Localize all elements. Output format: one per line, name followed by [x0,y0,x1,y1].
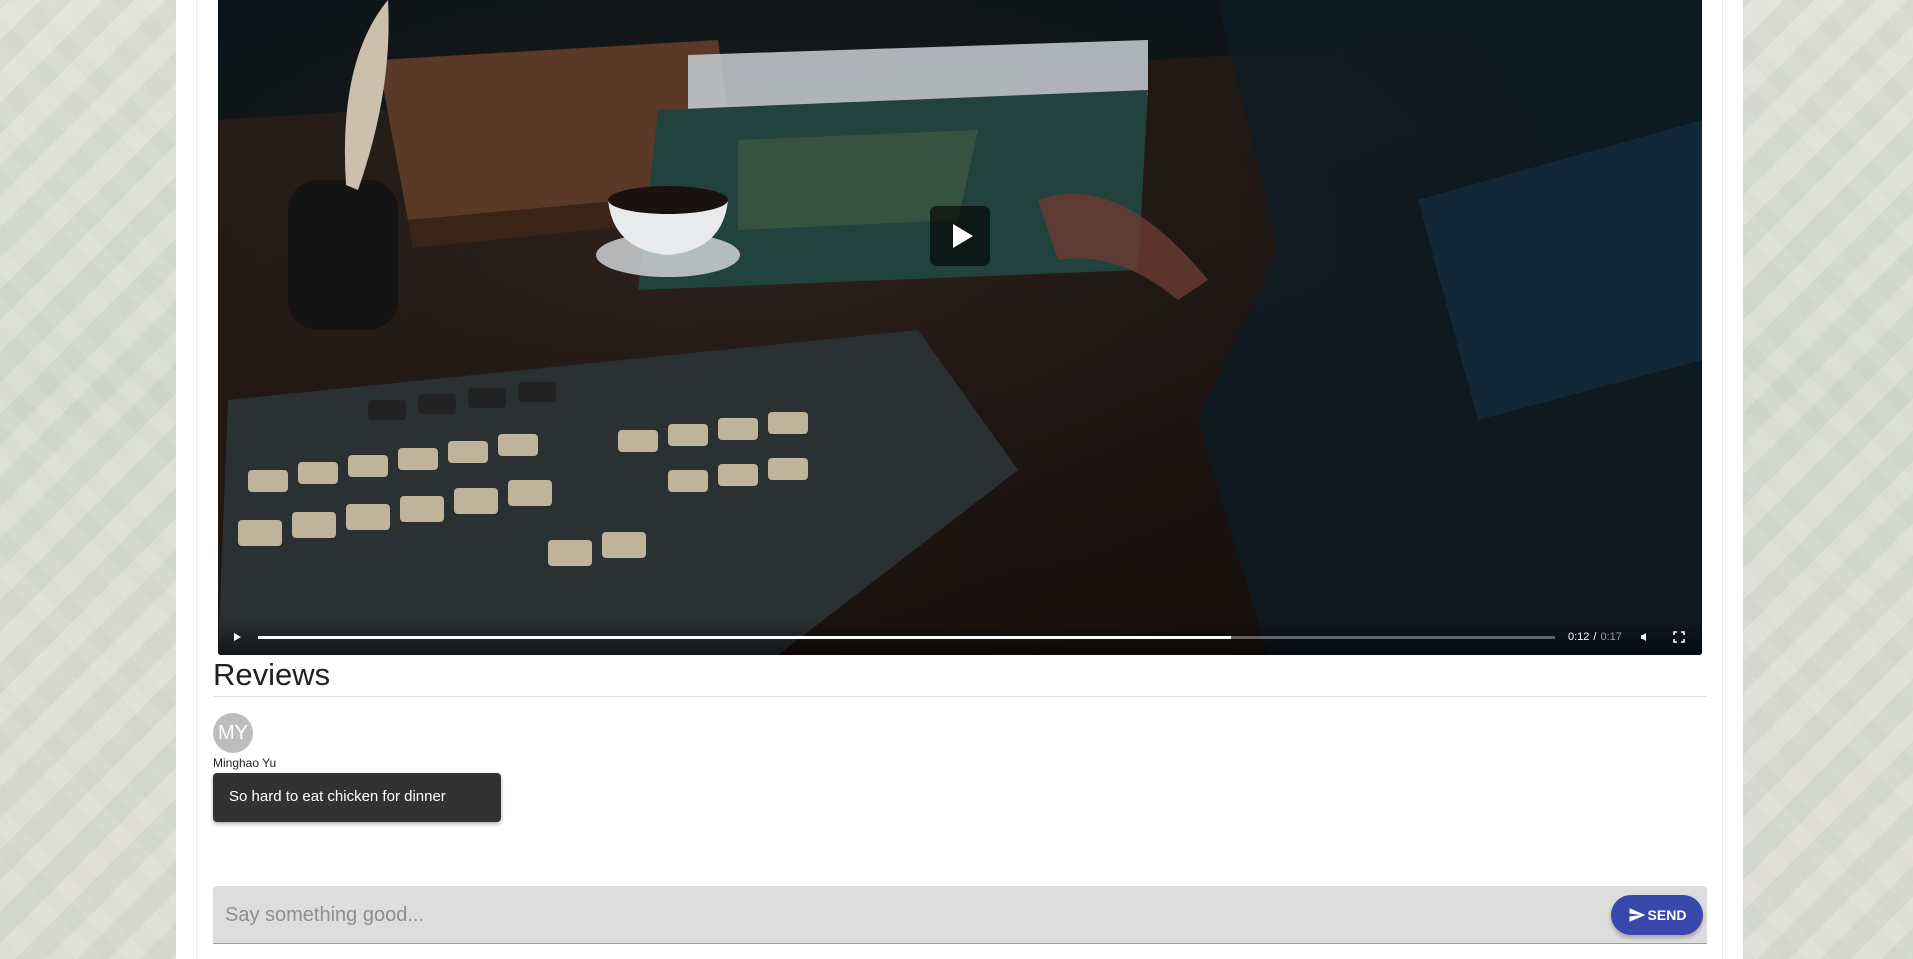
current-time: 0:12 [1568,631,1590,643]
reviews-divider [213,696,1707,697]
duration: 0:17 [1600,631,1622,643]
mute-button[interactable] [1638,630,1652,644]
send-button-label: SEND [1647,907,1687,923]
reviews-heading: Reviews [213,657,331,692]
send-icon [1629,908,1645,922]
video-progress-fill [258,636,1231,639]
comment-input[interactable] [225,886,1605,944]
video-time: 0:12/0:17 [1568,631,1622,643]
review-comment-text: So hard to eat chicken for dinner [229,788,446,805]
avatar: MY [213,713,253,753]
fullscreen-icon [1673,631,1685,643]
video-player[interactable]: 0:12/0:17 [218,0,1702,655]
volume-muted-icon [1641,633,1646,641]
big-play-button[interactable] [930,206,990,266]
review-author: Minghao Yu [213,756,277,770]
comment-field [213,886,1707,944]
fullscreen-button[interactable] [1672,630,1686,644]
time-separator: / [1593,631,1597,643]
review-comment: So hard to eat chicken for dinner [213,773,501,822]
video-progress-bar[interactable] [258,636,1555,639]
video-frame [218,0,1702,655]
video-controls: 0:12/0:17 [218,619,1702,655]
send-button[interactable]: SEND [1611,895,1703,935]
play-button[interactable] [230,630,244,644]
